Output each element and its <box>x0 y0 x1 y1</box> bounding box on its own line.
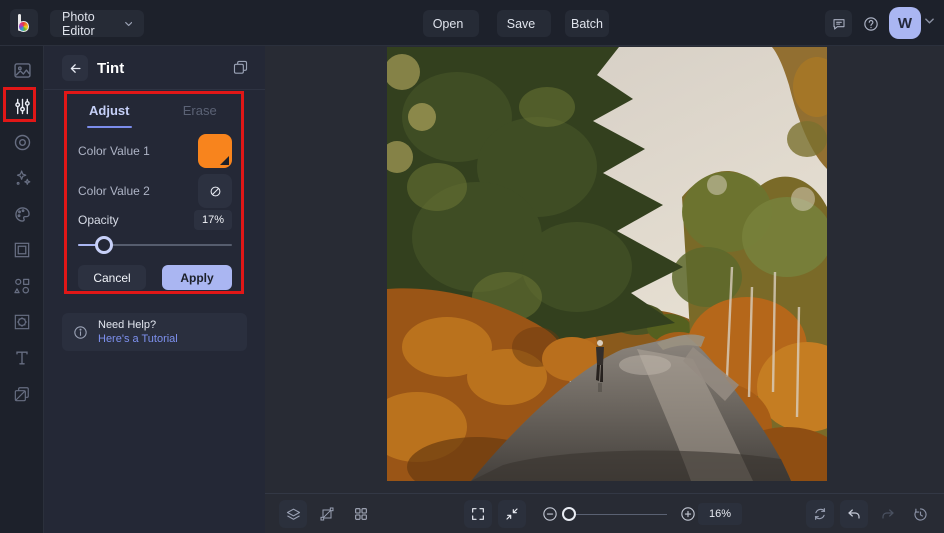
undo-button[interactable] <box>840 500 868 528</box>
logo-rainbow-disc <box>18 21 29 32</box>
graphics-shapes-icon <box>14 278 30 294</box>
opacity-slider[interactable] <box>78 236 232 254</box>
reset-button[interactable] <box>806 500 834 528</box>
fullscreen-button[interactable] <box>464 500 492 528</box>
reset-icon <box>814 508 826 520</box>
redo-button[interactable] <box>874 500 902 528</box>
cancel-button[interactable]: Cancel <box>78 265 146 290</box>
app-menu-button[interactable]: Photo Editor <box>50 9 144 38</box>
zoom-slider-track[interactable] <box>563 513 667 515</box>
photo-autumn-road[interactable] <box>387 47 827 481</box>
sidebar-item-text[interactable] <box>0 340 44 376</box>
chat-bubble-icon <box>832 18 845 30</box>
color-value-2-label: Color Value 2 <box>78 184 150 198</box>
duplicate-settings-button[interactable] <box>232 59 249 76</box>
layers-icon <box>286 508 300 520</box>
sidebar-item-touchup[interactable] <box>0 124 44 160</box>
tutorial-link[interactable]: Here's a Tutorial <box>98 333 178 345</box>
sidebar-item-edit[interactable] <box>0 52 44 88</box>
sidebar-item-artsy[interactable] <box>0 196 44 232</box>
batch-button-label: Batch <box>571 16 603 31</box>
overlays-icon <box>14 314 30 330</box>
feedback-button[interactable] <box>825 10 852 37</box>
batch-button[interactable]: Batch <box>565 10 609 37</box>
bottom-toolbar: 16% <box>265 493 944 533</box>
layers-button[interactable] <box>279 500 307 528</box>
back-arrow-icon <box>70 63 80 73</box>
text-icon <box>16 351 28 365</box>
color-value-2-swatch[interactable] <box>198 174 232 208</box>
help-heading: Need Help? <box>98 319 157 331</box>
save-button-label: Save <box>506 16 536 31</box>
fit-to-screen-button[interactable] <box>498 500 526 528</box>
adjust-sliders-icon <box>14 98 30 114</box>
panel-tabs: Adjust Erase <box>64 91 245 129</box>
open-button-label: Open <box>432 16 464 31</box>
account-menu-chevron[interactable] <box>925 18 934 24</box>
fit-screen-icon <box>506 508 518 520</box>
sidebar-item-textures[interactable] <box>0 376 44 412</box>
touchup-eye-icon <box>14 134 30 150</box>
zoom-out-button[interactable] <box>536 500 564 528</box>
fullscreen-icon <box>472 508 484 520</box>
edit-photo-icon <box>13 62 31 78</box>
panel-title: Tint <box>97 60 125 77</box>
color-value-1-label: Color Value 1 <box>78 144 150 158</box>
back-button[interactable] <box>62 55 88 81</box>
frames-icon <box>14 242 30 258</box>
zoom-level-value[interactable]: 16% <box>698 503 742 525</box>
textures-icon <box>14 387 29 402</box>
tab-erase[interactable]: Erase <box>155 91 246 129</box>
opacity-row: Opacity 17% <box>78 209 232 231</box>
transform-button[interactable] <box>313 500 341 528</box>
tool-sidebar <box>0 46 44 533</box>
color-value-1-swatch[interactable] <box>198 134 232 168</box>
effects-sparkles-icon <box>16 169 30 185</box>
sidebar-item-graphics[interactable] <box>0 268 44 304</box>
chevron-down-icon <box>124 21 132 26</box>
help-tutorial-box[interactable]: Need Help? Here's a Tutorial <box>62 313 247 351</box>
info-icon <box>74 325 87 339</box>
sidebar-item-effects[interactable] <box>0 160 44 196</box>
sidebar-item-frames[interactable] <box>0 232 44 268</box>
color-value-1-row: Color Value 1 <box>78 134 232 168</box>
opacity-slider-thumb[interactable] <box>95 236 114 254</box>
opacity-value: 17% <box>194 210 232 230</box>
no-color-icon <box>210 186 220 196</box>
grid-view-button[interactable] <box>347 500 375 528</box>
redo-icon <box>882 509 894 519</box>
history-button[interactable] <box>906 500 934 528</box>
artsy-palette-icon <box>14 206 30 222</box>
avatar-initial: W <box>897 14 913 32</box>
plus-circle-icon <box>681 507 695 521</box>
photo-editor-app: Photo Editor Open Save Batch W Tint Adju… <box>0 0 944 533</box>
topbar: Photo Editor Open Save Batch W <box>0 0 944 46</box>
sidebar-item-overlays[interactable] <box>0 304 44 340</box>
tab-adjust[interactable]: Adjust <box>64 91 155 129</box>
help-button[interactable] <box>857 10 884 37</box>
apply-button[interactable]: Apply <box>162 265 232 290</box>
grid-icon <box>355 508 367 520</box>
undo-icon <box>848 509 860 519</box>
transform-icon <box>320 507 334 521</box>
app-logo[interactable] <box>10 9 38 37</box>
minus-circle-icon <box>543 507 557 521</box>
history-icon <box>913 507 927 521</box>
question-circle-icon <box>863 16 878 31</box>
open-button[interactable]: Open <box>423 10 479 37</box>
sidebar-item-adjust[interactable] <box>0 88 44 124</box>
user-avatar[interactable]: W <box>889 7 921 39</box>
tint-panel-header: Tint <box>44 46 265 90</box>
zoom-slider-thumb[interactable] <box>562 507 577 521</box>
tint-panel: Tint Adjust Erase Color Value 1 Color Va… <box>44 46 265 533</box>
panel-actions: Cancel Apply <box>78 265 232 290</box>
active-tab-underline <box>87 126 132 128</box>
zoom-slider[interactable] <box>562 505 667 523</box>
app-menu-label: Photo Editor <box>62 9 95 38</box>
opacity-label: Opacity <box>78 213 119 227</box>
color-value-2-row: Color Value 2 <box>78 174 232 208</box>
copy-icon <box>233 60 248 74</box>
save-button[interactable]: Save <box>497 10 551 37</box>
chevron-down-icon <box>925 18 934 24</box>
